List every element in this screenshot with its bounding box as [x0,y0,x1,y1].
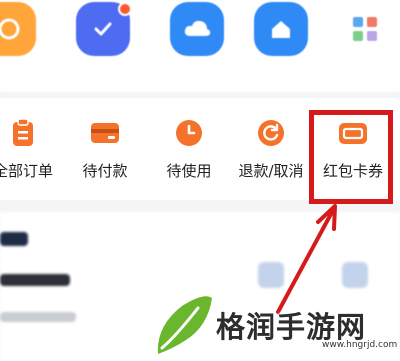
blurred-subtitle [0,312,76,322]
order-list-icon [8,118,38,148]
refresh-icon [256,118,286,148]
top-shortcut-5[interactable] [334,0,396,88]
blurred-icon [342,262,368,288]
home-icon [254,2,308,56]
watermark: 格润手游网 www.hngrjd.com [150,296,400,358]
check-icon [76,2,132,56]
all-orders-entry[interactable]: 全部订单 [0,118,58,188]
card-icon [90,118,120,148]
to-use-entry[interactable]: 待使用 [158,118,220,188]
order-label: 全部订单 [0,162,53,180]
blurred-title [0,232,28,246]
order-label: 待使用 [166,162,212,180]
pending-payment-entry[interactable]: 待付款 [74,118,136,188]
screen: 全部订单 待付款 待使用 退款/取消 红包卡券 格润手游网 www.hngrjd… [0,0,400,361]
top-shortcut-1[interactable] [0,0,40,88]
orange-circle-icon [0,2,36,56]
top-shortcut-4[interactable] [250,0,312,88]
watermark-url: www.hngrjd.com [322,340,398,350]
blurred-account-number [0,274,70,286]
refund-cancel-entry[interactable]: 退款/取消 [232,118,310,188]
top-shortcut-row [0,0,400,92]
clock-icon [174,118,204,148]
order-label: 待付款 [82,162,128,180]
leaf-logo-icon [157,296,212,354]
grid-icon [338,2,392,56]
top-shortcut-3[interactable] [166,0,228,88]
cloud-icon [170,2,224,56]
notification-dot [118,2,132,16]
highlight-box [309,110,393,204]
order-label: 退款/取消 [238,162,304,180]
top-shortcut-2[interactable] [72,0,134,88]
blurred-icon [258,262,284,288]
